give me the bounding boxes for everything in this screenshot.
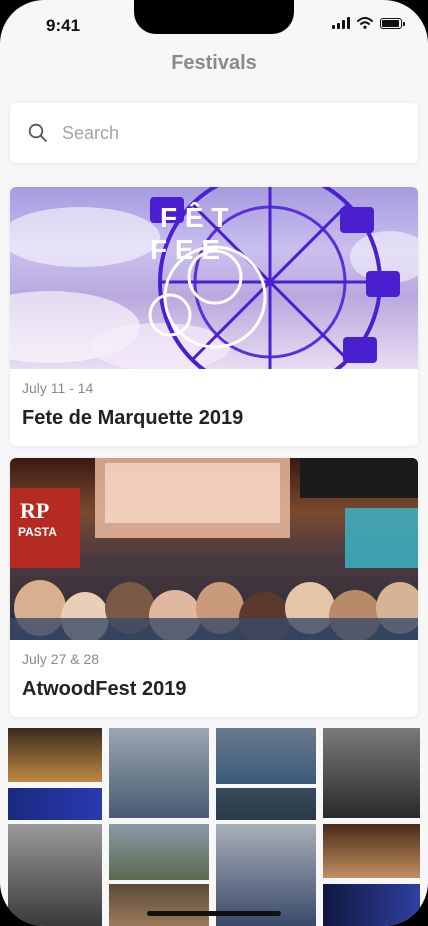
photo-tile: [216, 728, 316, 784]
photo-tile: [323, 884, 420, 926]
photo-tile: [8, 788, 102, 820]
photo-tile: [8, 728, 102, 782]
svg-text:PASTA: PASTA: [18, 525, 57, 539]
photo-tile: [109, 728, 209, 818]
svg-text:RP: RP: [20, 498, 49, 523]
festival-name: AtwoodFest 2019: [22, 678, 187, 700]
festival-date: July 11 - 14: [22, 380, 94, 396]
signal-icon: [332, 17, 350, 29]
festival-photo-grid[interactable]: [8, 728, 420, 926]
festival-date: July 27 & 28: [22, 651, 100, 667]
svg-text:F E E: F E E: [150, 234, 220, 265]
photo-tile: [109, 884, 209, 926]
festival-card[interactable]: F Ê T F E E July 11 - 14 Fete de Marquet…: [10, 187, 418, 446]
app-screen: 9:41 Festivals Search F Ê T F E E July 1…: [0, 0, 428, 926]
photo-tile: [323, 728, 420, 818]
festival-card[interactable]: RP PASTA July 27 & 28 AtwoodFest 2019: [10, 458, 418, 717]
photo-tile: [8, 824, 102, 926]
search-input[interactable]: [60, 121, 384, 145]
photo-tile: [216, 788, 316, 820]
photo-tile: [109, 824, 209, 880]
home-indicator[interactable]: [147, 911, 281, 916]
status-icons: [332, 17, 405, 29]
search-icon: [28, 123, 47, 142]
svg-text:F Ê T: F Ê T: [160, 202, 228, 233]
festival-name: Fete de Marquette 2019: [22, 407, 244, 429]
status-time: 9:41: [46, 16, 81, 35]
wifi-icon: [357, 17, 373, 29]
photo-tile: [323, 824, 420, 878]
battery-icon: [380, 17, 405, 29]
festival-image: RP PASTA: [10, 458, 418, 640]
page-title: Festivals: [171, 52, 257, 74]
search-bar[interactable]: [10, 103, 418, 163]
device-notch: [134, 0, 294, 34]
festival-image: F Ê T F E E: [10, 187, 418, 369]
